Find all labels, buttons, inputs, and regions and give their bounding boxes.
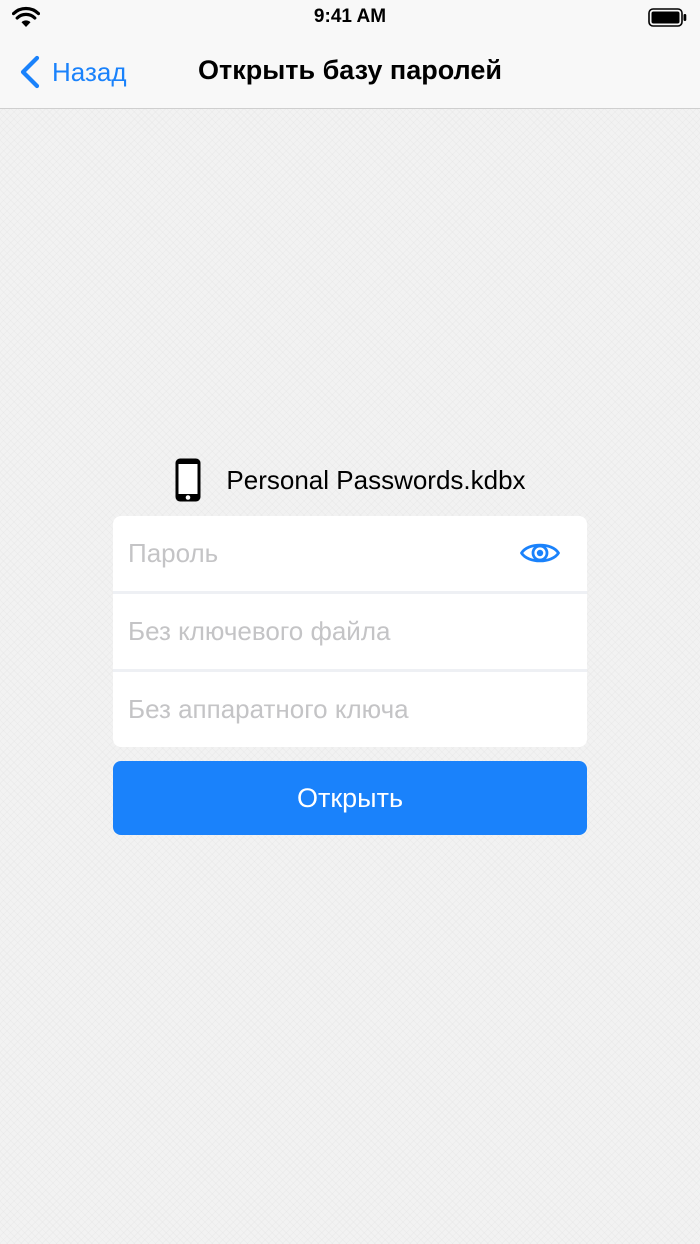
password-placeholder: Пароль bbox=[128, 538, 219, 568]
navigation-bar: Назад Открыть базу паролей bbox=[0, 38, 700, 109]
key-file-field[interactable]: Без ключевого файла bbox=[113, 594, 587, 669]
status-bar: 9:41 AM bbox=[0, 0, 700, 38]
hardware-key-field[interactable]: Без аппаратного ключа bbox=[113, 672, 587, 747]
database-file-name: Personal Passwords.kdbx bbox=[226, 464, 526, 495]
battery-icon bbox=[648, 8, 687, 27]
eye-icon[interactable] bbox=[519, 539, 561, 567]
open-button[interactable]: Открыть bbox=[113, 761, 587, 835]
database-file-row: Personal Passwords.kdbx bbox=[0, 456, 700, 504]
unlock-form: Пароль Без ключевого файла Без аппаратно… bbox=[113, 516, 587, 747]
password-field[interactable]: Пароль bbox=[113, 516, 587, 591]
status-time: 9:41 AM bbox=[313, 6, 387, 27]
open-button-label: Открыть bbox=[296, 782, 404, 813]
page-title: Открыть базу паролей bbox=[198, 55, 502, 85]
key-file-placeholder: Без ключевого файла bbox=[128, 616, 391, 646]
phone-icon bbox=[175, 458, 201, 502]
hardware-key-placeholder: Без аппаратного ключа bbox=[128, 694, 409, 724]
